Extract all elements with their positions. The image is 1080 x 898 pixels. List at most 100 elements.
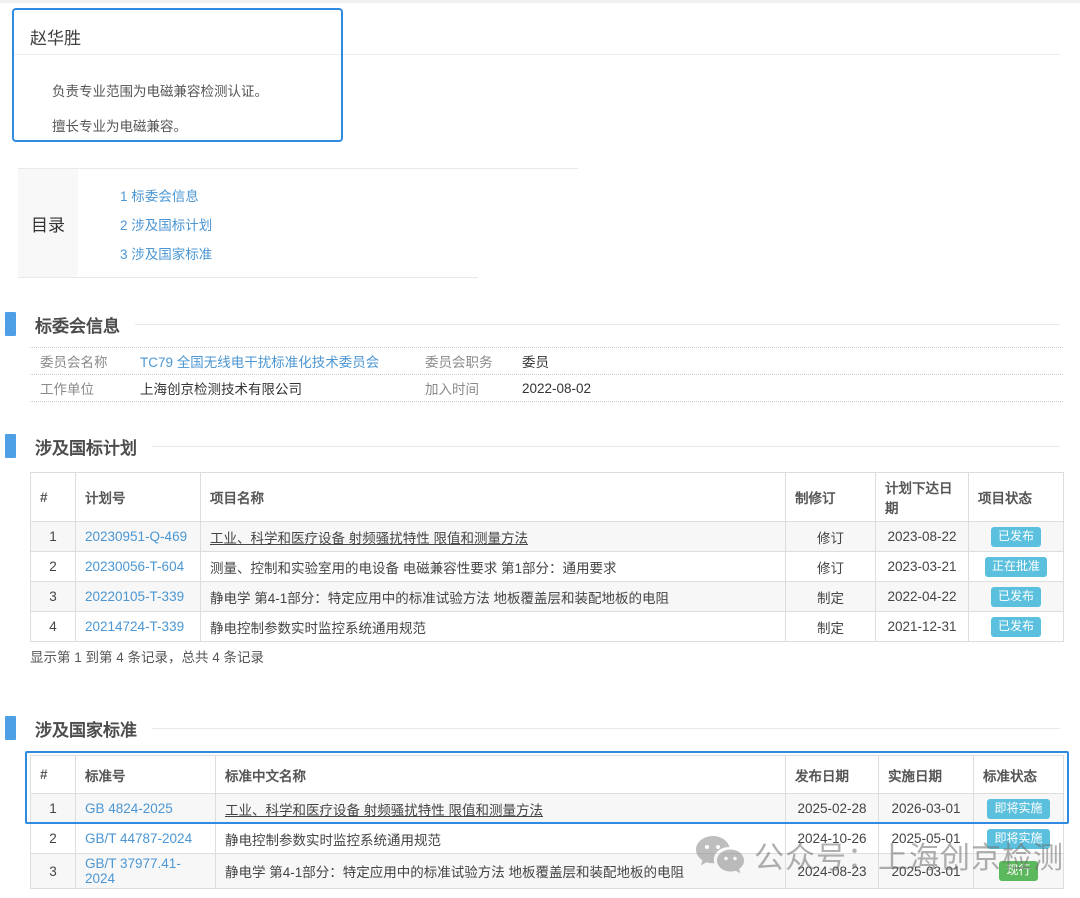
standard-code-link[interactable]: GB/T 37977.41-2024 xyxy=(85,856,181,886)
code-cell[interactable]: 20220105-T-339 xyxy=(76,582,201,612)
toc-link-3[interactable]: 3 涉及国家标准 xyxy=(120,243,212,263)
status-badge: 已发布 xyxy=(991,587,1041,607)
status-cell: 即将实施 xyxy=(974,794,1064,824)
column-header: 项目状态 xyxy=(969,473,1064,522)
status-badge: 已发布 xyxy=(991,617,1041,637)
table-row: 1 20230951-Q-469 工业、科学和医疗设备 射频骚扰特性 限值和测量方法… xyxy=(31,522,1064,552)
column-header: 制修订 xyxy=(786,473,876,522)
name-cell: 工业、科学和医疗设备 射频骚扰特性 限值和测量方法 xyxy=(201,522,786,552)
table-row: 320220105-T-339静电学 第4-1部分：特定应用中的标准试验方法 地… xyxy=(31,582,1064,612)
toc-bottom-line xyxy=(18,277,478,278)
profile-highlight-box: 赵华胜 负责专业范围为电磁兼容检测认证。 擅长专业为电磁兼容。 xyxy=(12,8,343,142)
value-cell: 2024-10-26 xyxy=(786,824,879,854)
section-header-standards: 涉及国家标准 xyxy=(5,716,1060,740)
row-index-cell: 1 xyxy=(31,794,76,824)
info-field-label: 委员会名称 xyxy=(40,351,140,371)
row-index-cell: 2 xyxy=(31,552,76,582)
row-index-cell: 1 xyxy=(31,522,76,552)
value-cell: 2023-08-22 xyxy=(876,522,969,552)
section-divider-line xyxy=(152,446,1060,447)
plan-code-link[interactable]: 20220105-T-339 xyxy=(85,589,184,604)
column-header: 计划号 xyxy=(76,473,201,522)
section-marker-icon xyxy=(5,716,16,740)
code-cell[interactable]: 20230056-T-604 xyxy=(76,552,201,582)
toc-link-1[interactable]: 1 标委会信息 xyxy=(120,185,212,205)
section-header-committee-info: 标委会信息 xyxy=(5,312,1060,336)
records-summary: 显示第 1 到第 4 条记录，总共 4 条记录 xyxy=(30,646,264,666)
info-field-value[interactable]: TC79 全国无线电干扰标准化技术委员会 xyxy=(140,351,425,371)
top-strip xyxy=(0,0,1080,3)
code-cell[interactable]: GB/T 44787-2024 xyxy=(76,824,216,854)
section-header-plans: 涉及国标计划 xyxy=(5,434,1060,458)
table-row: 2 20230056-T-604 测量、控制和实验室用的电设备 电磁兼容性要求 第1… xyxy=(31,552,1064,582)
profile-scope-line: 负责专业范围为电磁兼容检测认证。 xyxy=(52,80,268,100)
value-cell: 2025-02-28 xyxy=(786,794,879,824)
info-field-value: 2022-08-02 xyxy=(522,381,1063,396)
value-cell: 2023-03-21 xyxy=(876,552,969,582)
status-badge: 已发布 xyxy=(991,527,1041,547)
status-badge: 正在批准 xyxy=(985,557,1047,577)
code-cell[interactable]: GB 4824-2025 xyxy=(76,794,216,824)
name-cell: 静电学 第4-1部分：特定应用中的标准试验方法 地板覆盖层和装配地板的电阻 xyxy=(216,854,786,889)
column-header: 项目名称 xyxy=(201,473,786,522)
column-header: 标准号 xyxy=(76,756,216,794)
section-title: 涉及国标计划 xyxy=(35,434,137,459)
name-cell: 静电控制参数实时监控系统通用规范 xyxy=(216,824,786,854)
section-title: 涉及国家标准 xyxy=(35,716,137,741)
toc-label: 目录 xyxy=(18,169,78,278)
value-cell: 2021-12-31 xyxy=(876,612,969,642)
status-badge: 即将实施 xyxy=(987,799,1049,819)
value-cell: 修订 xyxy=(786,552,876,582)
name-cell: 静电控制参数实时监控系统通用规范 xyxy=(201,612,786,642)
row-index-cell: 4 xyxy=(31,612,76,642)
value-cell: 2025-03-01 xyxy=(879,854,974,889)
info-field-value: 上海创京检测技术有限公司 xyxy=(140,378,425,398)
plans-table: #计划号项目名称制修订计划下达日期项目状态 120230951-Q-469工业、… xyxy=(30,472,1064,642)
table-of-contents: 目录 1 标委会信息 2 涉及国标计划 3 涉及国家标准 xyxy=(18,168,578,278)
table-row: 2GB/T 44787-2024静电控制参数实时监控系统通用规范2024-10-… xyxy=(31,824,1064,854)
column-header: 计划下达日期 xyxy=(876,473,969,522)
plan-code-link[interactable]: 20230951-Q-469 xyxy=(85,529,187,544)
status-cell: 已发布 xyxy=(969,612,1064,642)
status-cell: 现行 xyxy=(974,854,1064,889)
code-cell[interactable]: 20214724-T-339 xyxy=(76,612,201,642)
status-cell: 已发布 xyxy=(969,522,1064,552)
member-detail-page: 赵华胜 负责专业范围为电磁兼容检测认证。 擅长专业为电磁兼容。 目录 1 标委会… xyxy=(0,0,1080,898)
table-row: 3 GB/T 37977.41-2024 静电学 第4-1部分：特定应用中的标准试验… xyxy=(31,854,1064,889)
column-header: 实施日期 xyxy=(879,756,974,794)
table-row: 1GB 4824-2025工业、科学和医疗设备 射频骚扰特性 限值和测量方法20… xyxy=(31,794,1064,824)
status-cell: 正在批准 xyxy=(969,552,1064,582)
committee-name-link[interactable]: TC79 全国无线电干扰标准化技术委员会 xyxy=(140,355,379,370)
standard-code-link[interactable]: GB/T 44787-2024 xyxy=(85,831,192,846)
name-cell: 工业、科学和医疗设备 射频骚扰特性 限值和测量方法 xyxy=(216,794,786,824)
toc-links: 1 标委会信息 2 涉及国标计划 3 涉及国家标准 xyxy=(78,169,212,278)
toc-link-2[interactable]: 2 涉及国标计划 xyxy=(120,214,212,234)
row-index-cell: 3 xyxy=(31,582,76,612)
section-divider-line xyxy=(135,324,1060,325)
status-badge: 即将实施 xyxy=(987,829,1049,849)
plan-code-link[interactable]: 20214724-T-339 xyxy=(85,619,184,634)
info-field-value: 委员 xyxy=(522,351,1063,371)
column-header: # xyxy=(31,756,76,794)
name-cell: 测量、控制和实验室用的电设备 电磁兼容性要求 第1部分：通用要求 xyxy=(201,552,786,582)
section-divider-line xyxy=(152,728,1060,729)
value-cell: 修订 xyxy=(786,522,876,552)
column-header: 发布日期 xyxy=(786,756,879,794)
plan-code-link[interactable]: 20230056-T-604 xyxy=(85,559,184,574)
section-marker-icon xyxy=(5,434,16,458)
status-cell: 即将实施 xyxy=(974,824,1064,854)
row-index-cell: 3 xyxy=(31,854,76,889)
profile-specialty-line: 擅长专业为电磁兼容。 xyxy=(52,115,187,135)
table-row: 420214724-T-339静电控制参数实时监控系统通用规范制定2021-12… xyxy=(31,612,1064,642)
standards-table: #标准号标准中文名称发布日期实施日期标准状态 1GB 4824-2025工业、科… xyxy=(30,755,1064,889)
status-badge: 现行 xyxy=(999,861,1037,881)
standard-code-link[interactable]: GB 4824-2025 xyxy=(85,801,173,816)
code-cell[interactable]: 20230951-Q-469 xyxy=(76,522,201,552)
column-header: 标准状态 xyxy=(974,756,1064,794)
info-field-label: 加入时间 xyxy=(425,378,522,398)
value-cell: 2022-04-22 xyxy=(876,582,969,612)
info-row: 委员会名称TC79 全国无线电干扰标准化技术委员会委员会职务委员 xyxy=(30,348,1063,375)
code-cell[interactable]: GB/T 37977.41-2024 xyxy=(76,854,216,889)
section-title: 标委会信息 xyxy=(35,312,120,337)
value-cell: 2026-03-01 xyxy=(879,794,974,824)
